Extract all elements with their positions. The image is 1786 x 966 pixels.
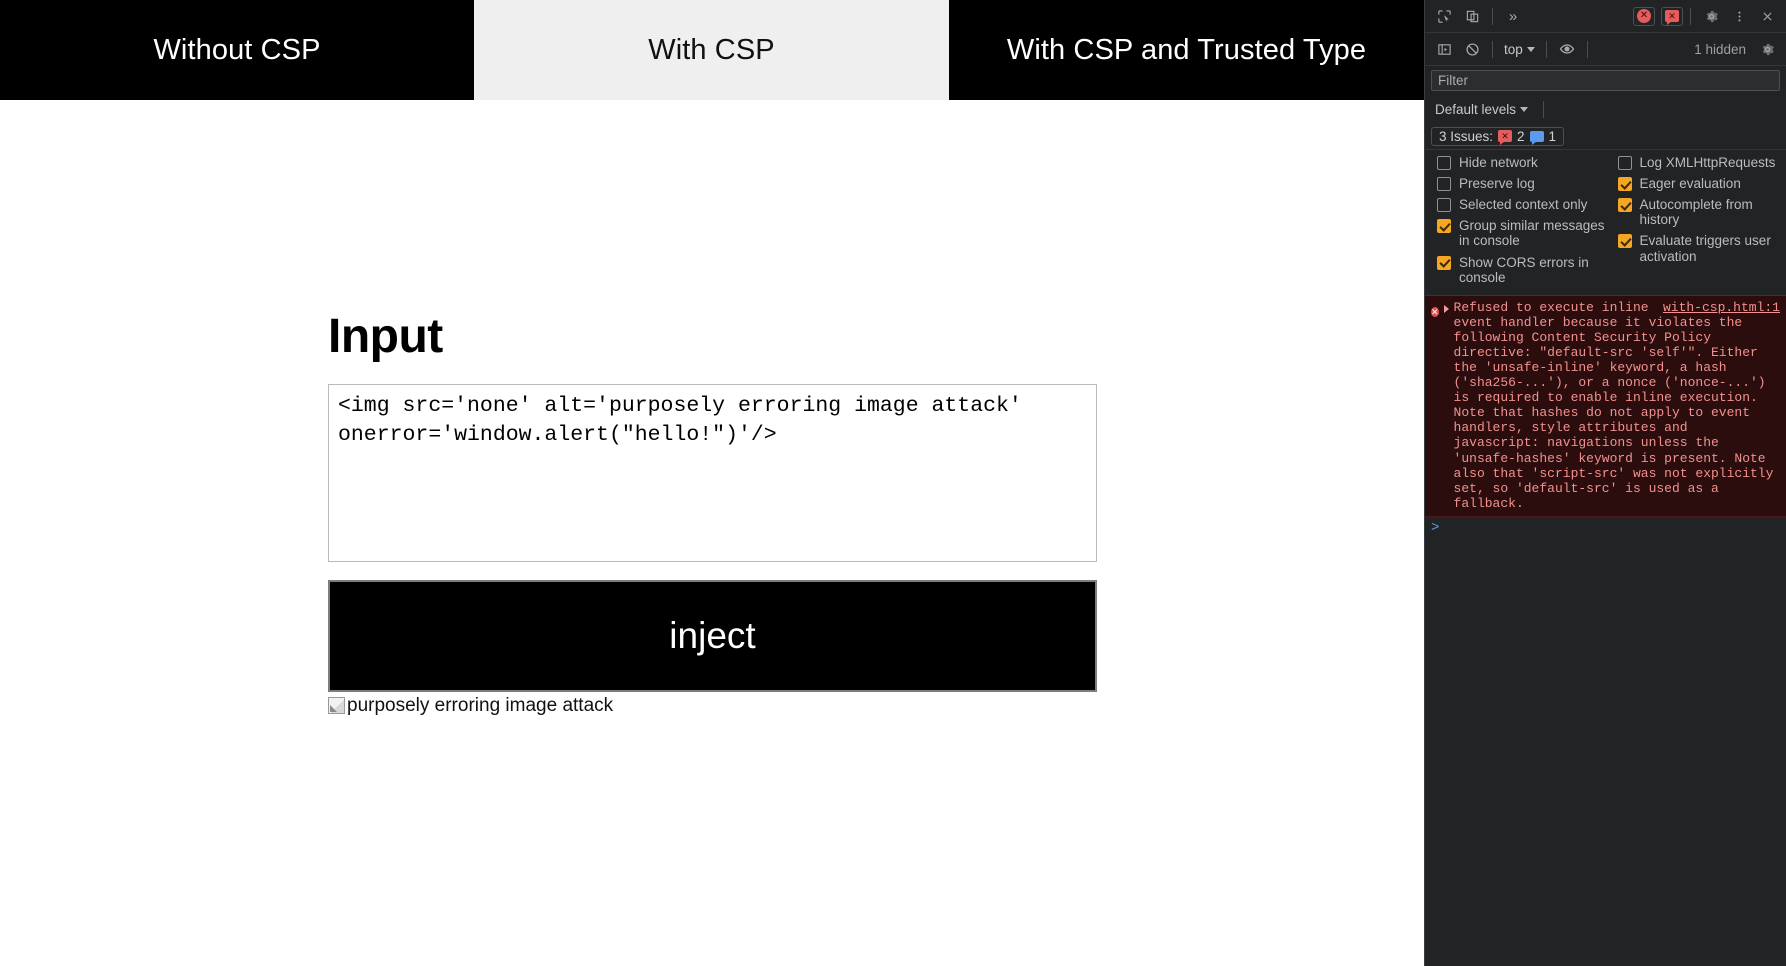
broken-image-icon: [328, 697, 345, 715]
settings-column-right: Log XMLHttpRequests Eager evaluation Aut…: [1606, 155, 1786, 291]
broken-image-alt-text: purposely erroring image attack: [347, 695, 614, 717]
toolbar-divider-2: [1690, 7, 1691, 25]
execution-context-label: top: [1504, 41, 1523, 57]
issues-label: 3 Issues:: [1439, 128, 1494, 144]
setting-label: Log XMLHttpRequests: [1639, 155, 1776, 170]
expand-triangle-icon[interactable]: [1443, 304, 1449, 313]
setting-label: Eager evaluation: [1639, 176, 1741, 192]
error-icon: ✕: [1431, 306, 1439, 317]
setting-autocomplete-from-history[interactable]: Autocomplete from history: [1617, 197, 1786, 228]
more-panels-icon[interactable]: »: [1500, 4, 1526, 28]
console-error-message[interactable]: ✕ with-csp.html:1 Refused to execute inli…: [1425, 295, 1786, 517]
setting-selected-context-only[interactable]: Selected context only: [1437, 197, 1606, 213]
setting-evaluate-triggers-user-activation[interactable]: Evaluate triggers user activation: [1617, 233, 1786, 264]
levels-divider: [1543, 100, 1545, 118]
checkbox-icon[interactable]: [1437, 177, 1451, 192]
web-page-viewport: Without CSP With CSP With CSP and Truste…: [0, 0, 1424, 966]
setting-label: Group similar messages in console: [1459, 218, 1605, 249]
log-levels-label: Default levels: [1435, 101, 1517, 117]
chevron-down-icon: [1520, 106, 1529, 112]
setting-label: Evaluate triggers user activation: [1639, 233, 1771, 264]
checkbox-icon[interactable]: [1437, 198, 1451, 213]
setting-log-xmlhttprequests[interactable]: Log XMLHttpRequests: [1617, 155, 1786, 170]
console-message-source-link[interactable]: with-csp.html:1: [1663, 300, 1780, 315]
issues-chip[interactable]: 3 Issues: ✕ 2 1: [1431, 126, 1565, 146]
gear-icon[interactable]: [1698, 4, 1724, 28]
console-prompt[interactable]: >: [1425, 516, 1786, 966]
devtools-main-toolbar: » ✕ ✕: [1425, 0, 1786, 33]
close-icon[interactable]: [1754, 4, 1780, 28]
hidden-messages-label[interactable]: 1 hidden: [1688, 42, 1752, 57]
page-content: Input inject purposely erroring image at…: [328, 310, 1098, 717]
nav-tab-without-csp[interactable]: Without CSP: [0, 0, 474, 100]
console-message-list: ✕ with-csp.html:1 Refused to execute inli…: [1425, 295, 1786, 517]
kebab-menu-icon[interactable]: [1726, 4, 1752, 28]
console-toolbar-divider-3: [1586, 40, 1588, 58]
setting-label: Autocomplete from history: [1639, 197, 1753, 228]
log-levels-selector[interactable]: Default levels: [1431, 100, 1532, 119]
checkbox-checked-icon[interactable]: [1617, 177, 1632, 192]
issue-info-icon: [1529, 130, 1544, 145]
devtools-panel: » ✕ ✕ top 1 hidden Filter Default levels…: [1424, 0, 1786, 966]
checkbox-icon[interactable]: [1437, 156, 1451, 170]
console-settings-gear-icon[interactable]: [1754, 37, 1780, 61]
inject-button[interactable]: inject: [328, 580, 1097, 693]
setting-eager-evaluation[interactable]: Eager evaluation: [1617, 176, 1786, 192]
nav-tab-with-csp-and-trusted-type[interactable]: With CSP and Trusted Type: [949, 0, 1424, 100]
issues-row: 3 Issues: ✕ 2 1: [1425, 123, 1786, 150]
setting-show-cors-errors[interactable]: Show CORS errors in console: [1437, 255, 1606, 285]
issues-count-badge[interactable]: ✕: [1661, 6, 1683, 26]
console-sidebar-icon[interactable]: [1431, 37, 1457, 61]
inspect-element-icon[interactable]: [1431, 4, 1457, 28]
checkbox-checked-icon[interactable]: [1437, 219, 1451, 234]
console-levels-row: Default levels: [1425, 95, 1786, 123]
setting-label: Preserve log: [1459, 176, 1535, 192]
setting-hide-network[interactable]: Hide network: [1437, 155, 1606, 170]
clear-console-icon[interactable]: [1459, 37, 1485, 61]
toolbar-divider: [1492, 7, 1493, 25]
console-toolbar-divider: [1492, 40, 1493, 58]
page-title: Input: [328, 310, 443, 363]
checkbox-checked-icon[interactable]: [1617, 234, 1632, 249]
checkbox-icon[interactable]: [1617, 156, 1632, 170]
injection-output: purposely erroring image attack: [328, 695, 1098, 717]
settings-column-left: Hide network Preserve log Selected conte…: [1425, 155, 1606, 291]
console-filter-row: [1425, 66, 1786, 95]
console-prompt-input[interactable]: [1444, 521, 1780, 537]
error-circle-icon: ✕: [1637, 9, 1651, 23]
prompt-chevron-icon: >: [1431, 519, 1440, 536]
live-expression-icon[interactable]: [1554, 37, 1580, 61]
console-toolbar: top 1 hidden: [1425, 33, 1786, 66]
issues-error-count: 2: [1517, 128, 1525, 144]
console-toolbar-divider-2: [1545, 40, 1547, 58]
console-settings-pane: Hide network Preserve log Selected conte…: [1425, 150, 1786, 296]
issues-info-count: 1: [1548, 128, 1557, 144]
console-message-text: Refused to execute inline event handler …: [1453, 299, 1774, 511]
console-filter-input[interactable]: [1431, 70, 1780, 91]
device-toolbar-icon[interactable]: [1459, 4, 1485, 28]
execution-context-selector[interactable]: top: [1500, 40, 1539, 59]
issue-error-icon: ✕: [1498, 130, 1513, 145]
setting-label: Selected context only: [1459, 197, 1588, 213]
chevron-down-icon: [1526, 46, 1535, 52]
error-count-badge[interactable]: ✕: [1633, 6, 1655, 26]
setting-label: Hide network: [1459, 155, 1538, 170]
nav-tabs: Without CSP With CSP With CSP and Truste…: [0, 0, 1424, 100]
setting-label: Show CORS errors in console: [1459, 254, 1589, 285]
injection-input[interactable]: [328, 384, 1097, 563]
nav-tab-with-csp[interactable]: With CSP: [474, 0, 949, 100]
setting-preserve-log[interactable]: Preserve log: [1437, 176, 1606, 192]
checkbox-checked-icon[interactable]: [1617, 198, 1632, 213]
screen-root: Without CSP With CSP With CSP and Truste…: [0, 0, 1786, 966]
issue-speech-icon: ✕: [1665, 10, 1679, 25]
setting-group-similar-messages[interactable]: Group similar messages in console: [1437, 218, 1606, 248]
console-error-text-wrapper: with-csp.html:1 Refused to execute inline…: [1454, 300, 1780, 511]
checkbox-checked-icon[interactable]: [1437, 255, 1451, 270]
